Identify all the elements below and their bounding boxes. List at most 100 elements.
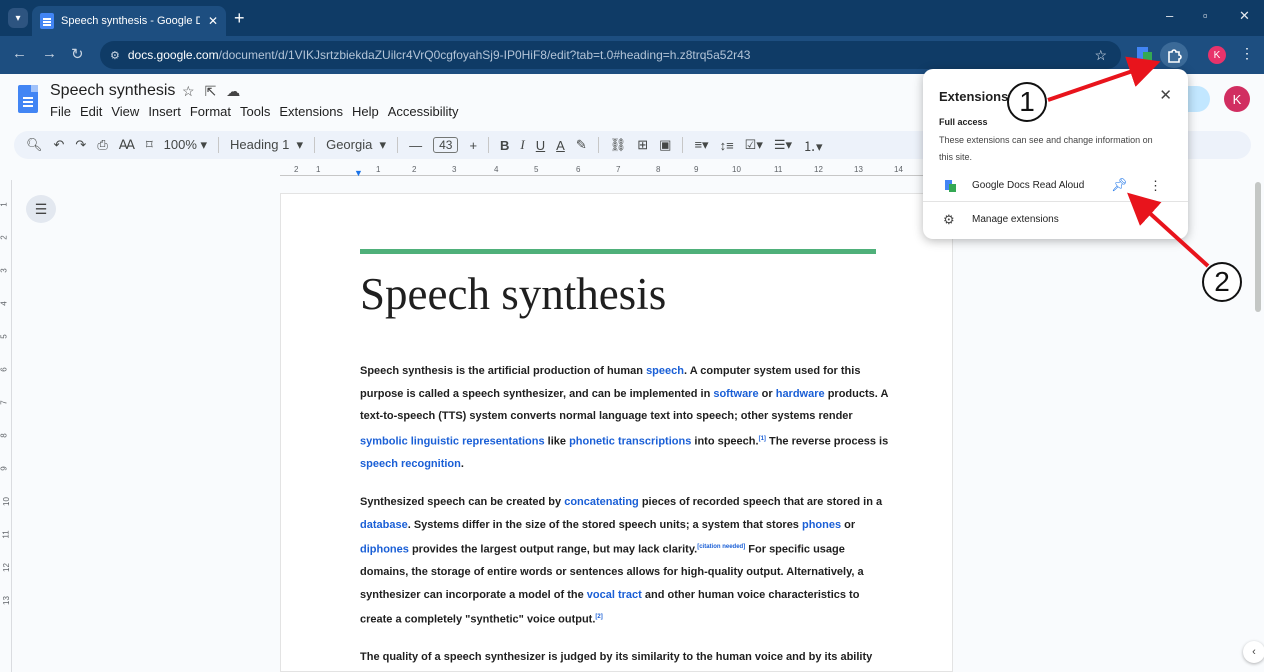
font-select[interactable]: Georgia ▾ [326,137,386,153]
font-value: Georgia [326,137,373,152]
read-aloud-extension-icon[interactable] [1134,44,1156,66]
restore-button[interactable]: ▫ [1203,8,1208,23]
menu-file[interactable]: File [50,104,71,119]
paragraph-2[interactable]: Synthesized speech can be created by con… [360,491,890,631]
citation-superscript[interactable]: [citation needed] [697,544,745,550]
scrollbar-thumb[interactable] [1255,182,1261,312]
inline-link[interactable]: speech [646,365,684,377]
menu-extensions[interactable]: Extensions [279,104,343,119]
tab-close-icon[interactable]: ✕ [208,14,218,28]
manage-extensions-button[interactable]: ⚙ Manage extensions [923,209,1188,229]
inline-link[interactable]: hardware [776,388,825,400]
bold-button[interactable]: B [500,138,509,153]
citation-superscript[interactable]: [1] [759,436,766,442]
cloud-status-icon[interactable]: ☁ [226,83,250,99]
highlight-icon[interactable]: ✎ [576,137,587,153]
increase-font-size-icon[interactable]: + [469,138,477,153]
spellcheck-icon[interactable]: Ꜳ [119,137,135,153]
site-info-tune-icon[interactable]: ⚙ [110,49,120,62]
print-icon[interactable]: ⎙ [97,137,107,153]
move-folder-icon[interactable]: ⇱ [205,83,227,99]
extension-item-read-aloud[interactable]: Google Docs Read Aloud 📌︎ ⋮ [923,173,1188,199]
profile-avatar-button[interactable]: K [1208,46,1226,64]
paint-format-icon[interactable]: ⌑ [146,137,153,153]
side-panel-toggle-icon[interactable]: ‹ [1243,641,1264,663]
underline-button[interactable]: U [536,138,545,153]
bulleted-list-icon[interactable]: ☰▾ [774,137,792,153]
undo-icon[interactable]: ↶ [54,137,65,153]
menu-tools[interactable]: Tools [240,104,270,119]
document-outline-icon[interactable]: ☰ [26,195,56,223]
inline-link[interactable]: speech recognition [360,458,461,470]
document-heading[interactable]: Speech synthesis [360,268,666,320]
paragraph-3[interactable]: The quality of a speech synthesizer is j… [360,646,890,669]
new-tab-button[interactable]: + [234,8,245,28]
menu-view[interactable]: View [111,104,139,119]
inline-link[interactable]: symbolic linguistic representations [360,435,545,447]
italic-button[interactable]: I [520,137,524,153]
vruler-number: 11 [1,530,11,539]
share-dropdown-button[interactable] [1186,86,1210,112]
inline-link[interactable]: vocal tract [587,589,642,601]
menu-help[interactable]: Help [352,104,379,119]
back-arrow-icon[interactable]: ← [12,45,27,62]
citation-superscript[interactable]: [2] [595,614,602,620]
reload-icon[interactable]: ↻ [71,45,84,63]
redo-icon[interactable]: ↷ [75,137,86,153]
decrease-font-size-icon[interactable]: — [409,138,422,153]
numbered-list-icon[interactable]: ⒈▾ [803,136,823,155]
inline-link[interactable]: phones [802,519,841,531]
indent-marker-icon[interactable]: ▼ [354,168,363,178]
inline-link[interactable]: diphones [360,544,409,556]
add-comment-icon[interactable]: ⊞ [637,137,648,153]
title-action-icons: ☆⇱☁ [182,83,250,100]
zoom-select[interactable]: 100% ▾ [164,137,207,153]
text-color-button[interactable]: A [556,138,565,153]
insert-link-icon[interactable]: ⛓ [610,137,627,153]
document-title[interactable]: Speech synthesis [50,82,175,100]
document-page[interactable]: Speech synthesis Speech synthesis is the… [280,193,953,672]
menu-insert[interactable]: Insert [148,104,181,119]
inline-link[interactable]: software [713,388,758,400]
extensions-popup: Extensions ✕ Full access These extension… [923,69,1188,239]
browser-tab-active[interactable]: Speech synthesis - Google Docs ✕ [32,6,226,36]
text-run: provides the largest output range, but m… [408,543,698,556]
text-run: or [841,518,856,531]
align-icon[interactable]: ≡▾ [694,137,708,153]
horizontal-ruler[interactable]: ▼ 21123456789101112131415 [280,164,952,178]
inline-link[interactable]: phonetic transcriptions [569,435,691,447]
full-access-description: These extensions can see and change info… [939,135,1153,162]
toolbar-divider [597,137,599,153]
menu-edit[interactable]: Edit [80,104,102,119]
url-text[interactable]: docs.google.com/document/d/1VIKJsrtzbiek… [128,48,751,62]
inline-link[interactable]: database [360,519,408,531]
paragraph-1[interactable]: Speech synthesis is the artificial produ… [360,360,890,475]
bookmark-star-icon[interactable]: ☆ [1094,47,1107,64]
line-spacing-icon[interactable]: ↕≡ [720,138,734,153]
tab-search-chevron-icon[interactable]: ▾ [8,8,28,28]
window-close-button[interactable]: ✕ [1239,8,1250,24]
style-select[interactable]: Heading 1 ▾ [230,137,303,153]
menu-accessibility[interactable]: Accessibility [388,104,459,119]
vruler-number: 9 [0,466,9,471]
extensions-puzzle-icon[interactable] [1160,42,1188,68]
pin-icon[interactable]: 📌︎ [1111,177,1128,193]
minimize-button[interactable]: – [1166,8,1173,23]
font-size-input[interactable]: 43 [433,137,459,153]
browser-menu-kebab-icon[interactable]: ⋮ [1240,45,1254,62]
checklist-icon[interactable]: ☑▾ [745,137,763,153]
tab-title: Speech synthesis - Google Docs [61,15,200,27]
inline-link[interactable]: concatenating [564,496,639,508]
account-avatar[interactable]: K [1224,86,1250,112]
address-bar[interactable]: ⚙ docs.google.com/document/d/1VIKJsrtzbi… [100,41,1121,69]
star-icon[interactable]: ☆ [182,83,205,99]
search-menus-icon[interactable]: 🔍︎ [26,137,43,153]
vruler-number: 1 [0,202,9,207]
insert-image-icon[interactable]: ▣ [659,137,671,153]
vruler-number: 8 [0,433,9,438]
menu-format[interactable]: Format [190,104,231,119]
close-icon[interactable]: ✕ [1159,86,1172,104]
extension-more-kebab-icon[interactable]: ⋮ [1149,178,1162,194]
forward-arrow-icon[interactable]: → [42,45,57,62]
docs-logo-icon[interactable] [18,85,38,113]
